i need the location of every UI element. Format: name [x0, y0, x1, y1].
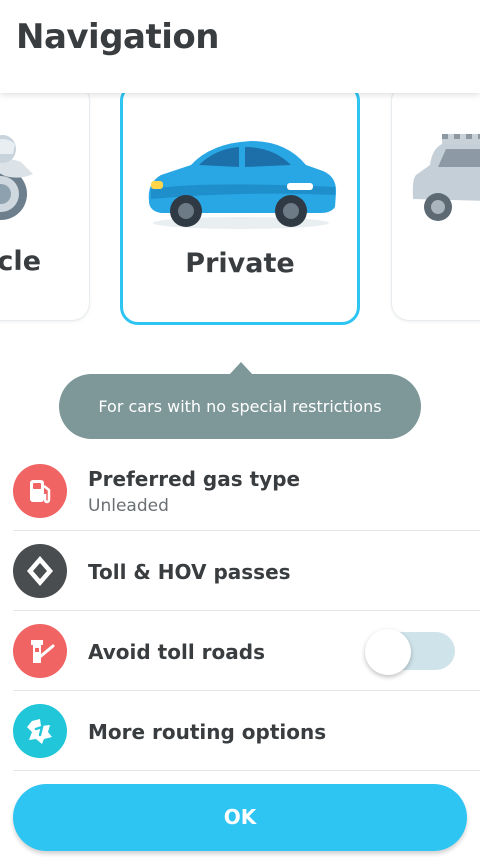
vehicle-label-private: Private — [185, 248, 295, 279]
motorcycle-icon — [0, 135, 33, 220]
vehicle-card-taxi[interactable] — [391, 93, 480, 321]
ok-button[interactable]: OK — [13, 784, 467, 851]
diamond-lane-icon — [13, 544, 67, 598]
vehicle-description-tooltip: For cars with no special restrictions — [59, 374, 421, 439]
header-bar: Navigation — [0, 0, 480, 93]
toll-booth-icon — [13, 624, 67, 678]
option-row-gas-type[interactable]: Preferred gas type Unleaded — [13, 450, 480, 531]
option-subtitle: Unleaded — [88, 496, 169, 516]
option-row-avoid-tolls[interactable]: Avoid toll roads — [13, 610, 480, 691]
option-title: Toll & HOV passes — [88, 560, 291, 584]
avoid-tolls-toggle[interactable] — [365, 629, 455, 675]
option-title: Preferred gas type — [88, 467, 301, 491]
option-row-more-routing[interactable]: More routing options — [13, 690, 480, 771]
vehicle-carousel[interactable]: ycle Private — [0, 93, 480, 333]
taxi-icon — [412, 134, 480, 221]
vehicle-card-private[interactable]: Private — [120, 93, 360, 325]
gas-pump-icon — [13, 464, 67, 518]
routing-icon — [13, 704, 67, 758]
car-icon — [148, 141, 337, 229]
option-row-toll-hov[interactable]: Toll & HOV passes — [13, 530, 480, 611]
toggle-knob — [365, 629, 411, 675]
option-title: Avoid toll roads — [88, 640, 265, 664]
option-title: More routing options — [88, 720, 327, 744]
vehicle-label-motorcycle: ycle — [0, 246, 41, 277]
vehicle-card-motorcycle[interactable]: ycle — [0, 93, 90, 321]
page-title: Navigation — [16, 17, 219, 57]
